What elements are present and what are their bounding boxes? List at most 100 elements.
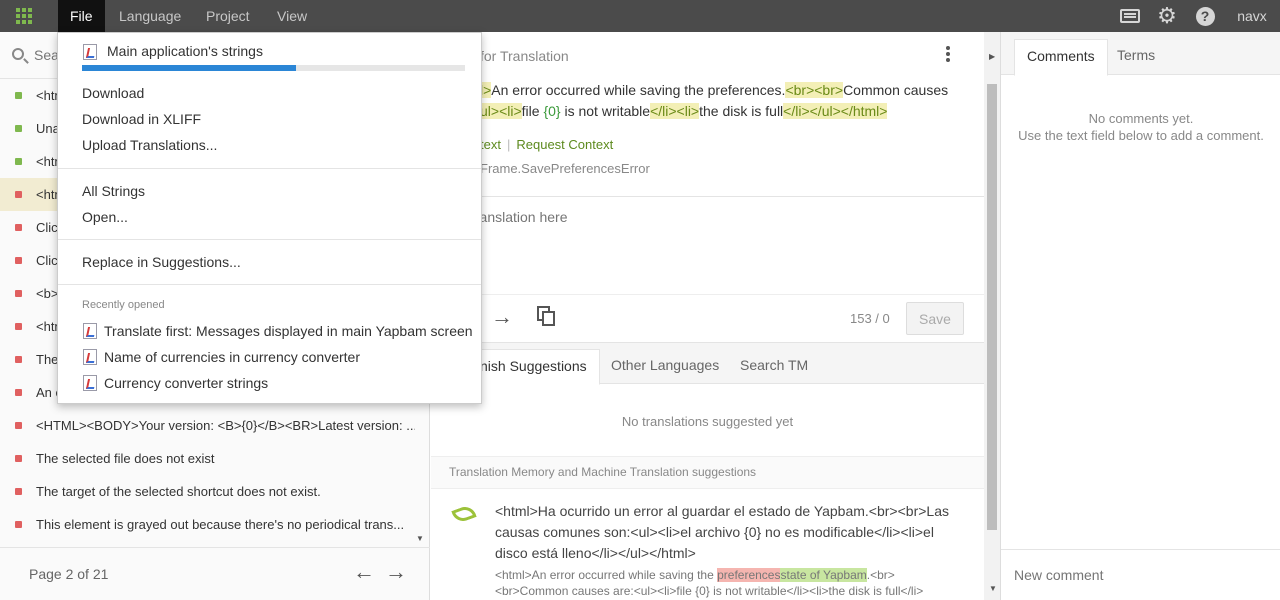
scroll-thumb[interactable] (987, 84, 997, 530)
tm-translation: <html>Ha ocurrido un error al guardar el… (495, 503, 949, 561)
tab-language-suggestions[interactable]: nish Suggestions (467, 349, 600, 385)
untranslated-status-icon (15, 191, 22, 198)
more-options-icon[interactable] (943, 46, 953, 64)
next-arrow-icon[interactable]: → (491, 305, 513, 329)
editor-title: for Translation (480, 48, 569, 64)
suggestion-tabs: nish Suggestions Other Languages Search … (431, 342, 984, 385)
recently-opened-label: Recently opened (82, 299, 165, 311)
placeholder-token: {0} (543, 103, 561, 119)
string-list-item-text: <b> (36, 286, 59, 301)
user-menu[interactable]: navx (1232, 0, 1272, 32)
editor-scrollbar[interactable]: ▶ ▼ (984, 32, 1000, 600)
untranslated-status-icon (15, 257, 22, 264)
untranslated-status-icon (15, 290, 22, 297)
menu-download[interactable]: Download (82, 85, 144, 101)
menu-view[interactable]: View (277, 0, 307, 32)
menu-divider (58, 239, 481, 240)
menu-open[interactable]: Open... (82, 209, 128, 225)
recent-item[interactable]: Currency converter strings (104, 375, 268, 391)
tab-comments[interactable]: Comments (1014, 39, 1108, 76)
tm-source-inserted: state of Yapbam (780, 568, 867, 582)
tm-suggestion[interactable]: <html>Ha ocurrido un error al guardar el… (431, 488, 984, 600)
search-icon (12, 48, 24, 60)
tm-source-diff: <html>An error occurred while saving the… (495, 567, 965, 599)
translated-status-icon (15, 92, 22, 99)
string-list-item-text: The target of the selected shortcut does… (36, 484, 321, 499)
mt-engine-logo-icon (451, 503, 477, 525)
html-tag-token: ul><li> (480, 103, 522, 119)
untranslated-status-icon (15, 488, 22, 495)
recent-item[interactable]: Translate first: Messages displayed in m… (104, 323, 473, 339)
menu-download-xliff[interactable]: Download in XLIFF (82, 111, 201, 127)
tab-other-languages[interactable]: Other Languages (611, 349, 719, 385)
menu-file[interactable]: File (58, 0, 105, 32)
string-list-item-text: <HTML><BODY>Your version: <B>{0}</B><BR>… (36, 418, 415, 433)
menu-divider (58, 284, 481, 285)
keyboard-button[interactable] (1118, 0, 1142, 32)
menu-replace-in-suggestions[interactable]: Replace in Suggestions... (82, 254, 241, 270)
file-icon (83, 375, 97, 391)
untranslated-status-icon (15, 389, 22, 396)
source-text-segment: the disk is full (699, 103, 784, 119)
source-text-segment: An error occurred while saving the prefe… (491, 82, 786, 98)
string-list-item-text: The selected file does not exist (36, 451, 215, 466)
no-suggestions-text: No translations suggested yet (621, 414, 794, 429)
progress-fill (82, 65, 297, 71)
no-comments-text: No comments yet. Use the text field belo… (1001, 110, 1280, 144)
source-text-segment: is not writable (560, 103, 651, 119)
file-icon (83, 323, 97, 339)
gear-icon: ⚙ (1157, 3, 1177, 28)
menu-all-strings[interactable]: All Strings (82, 183, 145, 199)
context-links: text | Request Context (480, 137, 614, 152)
string-list-item[interactable]: This element is grayed out because there… (0, 508, 415, 541)
untranslated-status-icon (15, 521, 22, 528)
untranslated-status-icon (15, 356, 22, 363)
untranslated-status-icon (15, 323, 22, 330)
menu-project[interactable]: Project (206, 0, 250, 32)
html-tag-token: </li></ul></html> (783, 103, 888, 119)
tab-search-tm[interactable]: Search TM (740, 349, 808, 385)
string-list-item[interactable]: The target of the selected shortcut does… (0, 475, 415, 508)
help-button[interactable]: ? (1193, 0, 1217, 32)
prev-page-button[interactable]: ← (353, 560, 375, 584)
translation-input[interactable] (471, 209, 971, 289)
apps-menu-button[interactable] (0, 0, 48, 32)
save-button[interactable]: Save (906, 302, 964, 335)
untranslated-status-icon (15, 224, 22, 231)
tab-terms[interactable]: Terms (1117, 39, 1155, 76)
top-menubar: File Language Project View ⚙ ? navx (0, 0, 1280, 32)
tm-source-text: <html>An error occurred while saving the (495, 568, 718, 582)
source-string: l>An error occurred while saving the pre… (480, 80, 960, 122)
editor-panel: for Translation l>An error occurred whil… (431, 32, 984, 600)
keyboard-icon (1120, 9, 1140, 23)
no-comments-line1: No comments yet. (1088, 111, 1194, 126)
html-tag-token: </li><li> (650, 103, 700, 119)
translation-area (431, 196, 984, 294)
tm-header: Translation Memory and Machine Translati… (431, 456, 984, 488)
new-comment-input[interactable] (1014, 564, 1264, 586)
next-page-button[interactable]: → (385, 560, 407, 584)
source-text-segment: file (521, 103, 544, 119)
comments-tabs: Comments Terms (1001, 32, 1280, 76)
pagination: Page 2 of 21 ← → (0, 547, 430, 600)
string-list-item-text: The (36, 352, 59, 367)
settings-button[interactable]: ⚙ (1155, 0, 1179, 32)
scroll-collapse-icon[interactable]: ▶ (989, 52, 995, 61)
file-menu-main-item[interactable]: Main application's strings (107, 43, 263, 59)
request-context-link[interactable]: Request Context (516, 137, 613, 152)
list-scroll-down-icon[interactable]: ▼ (416, 534, 424, 543)
file-icon (83, 44, 97, 60)
menu-language[interactable]: Language (119, 0, 181, 32)
context-link[interactable]: text (480, 137, 501, 152)
menu-upload-translations[interactable]: Upload Translations... (82, 137, 217, 153)
no-comments-line2: Use the text field below to add a commen… (1018, 128, 1264, 143)
recent-item[interactable]: Name of currencies in currency converter (104, 349, 360, 365)
char-counter: 153 / 0 (850, 311, 890, 326)
copy-source-icon[interactable] (537, 306, 555, 326)
string-list-item[interactable]: <HTML><BODY>Your version: <B>{0}</B><BR>… (0, 409, 415, 442)
string-list-item[interactable]: The selected file does not exist (0, 442, 415, 475)
scroll-down-icon[interactable]: ▼ (989, 584, 997, 593)
untranslated-status-icon (15, 455, 22, 462)
source-text-segment: Common causes (843, 82, 949, 98)
comment-box (1001, 549, 1280, 600)
